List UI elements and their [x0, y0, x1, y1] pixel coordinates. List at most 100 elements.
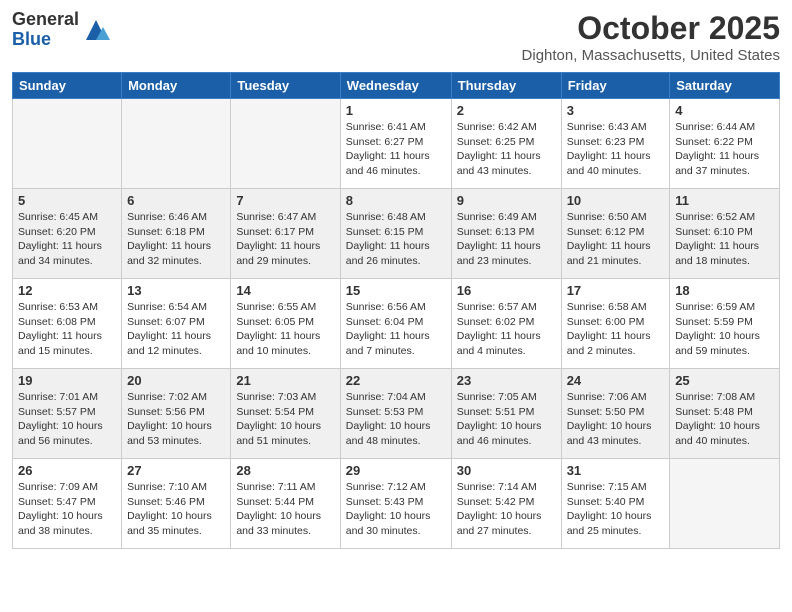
calendar-cell: 9 Sunrise: 6:49 AM Sunset: 6:13 PM Daylig… — [451, 189, 561, 279]
calendar-cell: 8 Sunrise: 6:48 AM Sunset: 6:15 PM Daylig… — [340, 189, 451, 279]
calendar-week-4: 19 Sunrise: 7:01 AM Sunset: 5:57 PM Dayli… — [13, 369, 780, 459]
calendar-cell: 23Sunrise: 7:05 AM Sunset: 5:51 PM Dayli… — [451, 369, 561, 459]
calendar-cell: 25 Sunrise: 7:08 AM Sunset: 5:48 PM Dayli… — [670, 369, 780, 459]
day-info: Sunrise: 7:09 AM Sunset: 5:47 PM Dayligh… — [18, 480, 116, 539]
col-thursday: Thursday — [451, 73, 561, 99]
calendar-cell: 13 Sunrise: 6:54 AM Sunset: 6:07 PM Dayli… — [122, 279, 231, 369]
calendar-cell: 5Sunrise: 6:45 AM Sunset: 6:20 PM Daylig… — [13, 189, 122, 279]
day-number: 29 — [346, 463, 446, 478]
logo-text: General Blue — [12, 10, 79, 50]
calendar-cell: 18 Sunrise: 6:59 AM Sunset: 5:59 PM Dayli… — [670, 279, 780, 369]
day-info: Sunrise: 6:41 AM Sunset: 6:27 PM Dayligh… — [346, 120, 446, 179]
day-info: Sunrise: 6:58 AM Sunset: 6:00 PM Dayligh… — [567, 300, 665, 359]
day-info: Sunrise: 7:04 AM Sunset: 5:53 PM Dayligh… — [346, 390, 446, 449]
day-number: 16 — [457, 283, 556, 298]
calendar-week-1: 1 Sunrise: 6:41 AM Sunset: 6:27 PM Daylig… — [13, 99, 780, 189]
col-saturday: Saturday — [670, 73, 780, 99]
day-number: 18 — [675, 283, 774, 298]
calendar-cell: 12 Sunrise: 6:53 AM Sunset: 6:08 PM Dayli… — [13, 279, 122, 369]
calendar-cell: 27 Sunrise: 7:10 AM Sunset: 5:46 PM Dayli… — [122, 459, 231, 549]
day-number: 27 — [127, 463, 225, 478]
day-number: 15 — [346, 283, 446, 298]
day-number: 9 — [457, 193, 556, 208]
day-info: Sunrise: 6:59 AM Sunset: 5:59 PM Dayligh… — [675, 300, 774, 359]
calendar-cell: 11Sunrise: 6:52 AM Sunset: 6:10 PM Dayli… — [670, 189, 780, 279]
title-block: October 2025 Dighton, Massachusetts, Uni… — [522, 10, 780, 64]
day-info: Sunrise: 7:12 AM Sunset: 5:43 PM Dayligh… — [346, 480, 446, 539]
day-info: Sunrise: 6:48 AM Sunset: 6:15 PM Dayligh… — [346, 210, 446, 269]
day-info: Sunrise: 6:49 AM Sunset: 6:13 PM Dayligh… — [457, 210, 556, 269]
day-number: 1 — [346, 103, 446, 118]
calendar-cell: 17 Sunrise: 6:58 AM Sunset: 6:00 PM Dayli… — [561, 279, 670, 369]
calendar-cell: 26Sunrise: 7:09 AM Sunset: 5:47 PM Dayli… — [13, 459, 122, 549]
day-info: Sunrise: 7:01 AM Sunset: 5:57 PM Dayligh… — [18, 390, 116, 449]
calendar-cell: 24 Sunrise: 7:06 AM Sunset: 5:50 PM Dayli… — [561, 369, 670, 459]
location-title: Dighton, Massachusetts, United States — [522, 47, 780, 64]
day-info: Sunrise: 6:54 AM Sunset: 6:07 PM Dayligh… — [127, 300, 225, 359]
day-info: Sunrise: 6:56 AM Sunset: 6:04 PM Dayligh… — [346, 300, 446, 359]
day-info: Sunrise: 6:50 AM Sunset: 6:12 PM Dayligh… — [567, 210, 665, 269]
calendar-cell — [122, 99, 231, 189]
day-info: Sunrise: 7:05 AM Sunset: 5:51 PM Dayligh… — [457, 390, 556, 449]
day-number: 11 — [675, 193, 774, 208]
day-number: 25 — [675, 373, 774, 388]
day-number: 10 — [567, 193, 665, 208]
header: General Blue October 2025 Dighton, Massa… — [12, 10, 780, 64]
day-info: Sunrise: 7:11 AM Sunset: 5:44 PM Dayligh… — [236, 480, 334, 539]
calendar-cell: 28Sunrise: 7:11 AM Sunset: 5:44 PM Dayli… — [231, 459, 340, 549]
day-info: Sunrise: 7:02 AM Sunset: 5:56 PM Dayligh… — [127, 390, 225, 449]
day-number: 3 — [567, 103, 665, 118]
logo-general: General — [12, 10, 79, 30]
calendar-cell: 19 Sunrise: 7:01 AM Sunset: 5:57 PM Dayli… — [13, 369, 122, 459]
day-info: Sunrise: 6:47 AM Sunset: 6:17 PM Dayligh… — [236, 210, 334, 269]
day-number: 17 — [567, 283, 665, 298]
calendar-cell: 14Sunrise: 6:55 AM Sunset: 6:05 PM Dayli… — [231, 279, 340, 369]
calendar-table: Sunday Monday Tuesday Wednesday Thursday… — [12, 72, 780, 549]
calendar-cell: 20 Sunrise: 7:02 AM Sunset: 5:56 PM Dayli… — [122, 369, 231, 459]
day-info: Sunrise: 7:03 AM Sunset: 5:54 PM Dayligh… — [236, 390, 334, 449]
day-info: Sunrise: 6:53 AM Sunset: 6:08 PM Dayligh… — [18, 300, 116, 359]
day-info: Sunrise: 6:46 AM Sunset: 6:18 PM Dayligh… — [127, 210, 225, 269]
calendar-week-5: 26Sunrise: 7:09 AM Sunset: 5:47 PM Dayli… — [13, 459, 780, 549]
col-sunday: Sunday — [13, 73, 122, 99]
calendar-cell: 15 Sunrise: 6:56 AM Sunset: 6:04 PM Dayli… — [340, 279, 451, 369]
day-number: 24 — [567, 373, 665, 388]
day-number: 6 — [127, 193, 225, 208]
calendar-cell: 3 Sunrise: 6:43 AM Sunset: 6:23 PM Daylig… — [561, 99, 670, 189]
day-info: Sunrise: 7:08 AM Sunset: 5:48 PM Dayligh… — [675, 390, 774, 449]
day-number: 7 — [236, 193, 334, 208]
day-info: Sunrise: 6:44 AM Sunset: 6:22 PM Dayligh… — [675, 120, 774, 179]
col-friday: Friday — [561, 73, 670, 99]
logo: General Blue — [12, 10, 111, 50]
day-number: 13 — [127, 283, 225, 298]
day-info: Sunrise: 6:55 AM Sunset: 6:05 PM Dayligh… — [236, 300, 334, 359]
page-container: General Blue October 2025 Dighton, Massa… — [0, 0, 792, 559]
day-info: Sunrise: 6:42 AM Sunset: 6:25 PM Dayligh… — [457, 120, 556, 179]
day-number: 8 — [346, 193, 446, 208]
col-monday: Monday — [122, 73, 231, 99]
day-info: Sunrise: 6:43 AM Sunset: 6:23 PM Dayligh… — [567, 120, 665, 179]
day-number: 30 — [457, 463, 556, 478]
day-info: Sunrise: 7:10 AM Sunset: 5:46 PM Dayligh… — [127, 480, 225, 539]
day-info: Sunrise: 7:06 AM Sunset: 5:50 PM Dayligh… — [567, 390, 665, 449]
calendar-cell: 21Sunrise: 7:03 AM Sunset: 5:54 PM Dayli… — [231, 369, 340, 459]
calendar-cell: 1 Sunrise: 6:41 AM Sunset: 6:27 PM Daylig… — [340, 99, 451, 189]
calendar-cell: 6 Sunrise: 6:46 AM Sunset: 6:18 PM Daylig… — [122, 189, 231, 279]
logo-blue: Blue — [12, 30, 79, 50]
day-number: 19 — [18, 373, 116, 388]
calendar-cell: 29 Sunrise: 7:12 AM Sunset: 5:43 PM Dayli… — [340, 459, 451, 549]
day-number: 31 — [567, 463, 665, 478]
day-number: 4 — [675, 103, 774, 118]
day-number: 22 — [346, 373, 446, 388]
day-number: 12 — [18, 283, 116, 298]
day-info: Sunrise: 7:14 AM Sunset: 5:42 PM Dayligh… — [457, 480, 556, 539]
day-number: 20 — [127, 373, 225, 388]
day-number: 2 — [457, 103, 556, 118]
day-info: Sunrise: 6:57 AM Sunset: 6:02 PM Dayligh… — [457, 300, 556, 359]
col-wednesday: Wednesday — [340, 73, 451, 99]
calendar-cell — [13, 99, 122, 189]
calendar-cell — [231, 99, 340, 189]
day-info: Sunrise: 6:45 AM Sunset: 6:20 PM Dayligh… — [18, 210, 116, 269]
day-info: Sunrise: 7:15 AM Sunset: 5:40 PM Dayligh… — [567, 480, 665, 539]
calendar-cell: 10 Sunrise: 6:50 AM Sunset: 6:12 PM Dayli… — [561, 189, 670, 279]
